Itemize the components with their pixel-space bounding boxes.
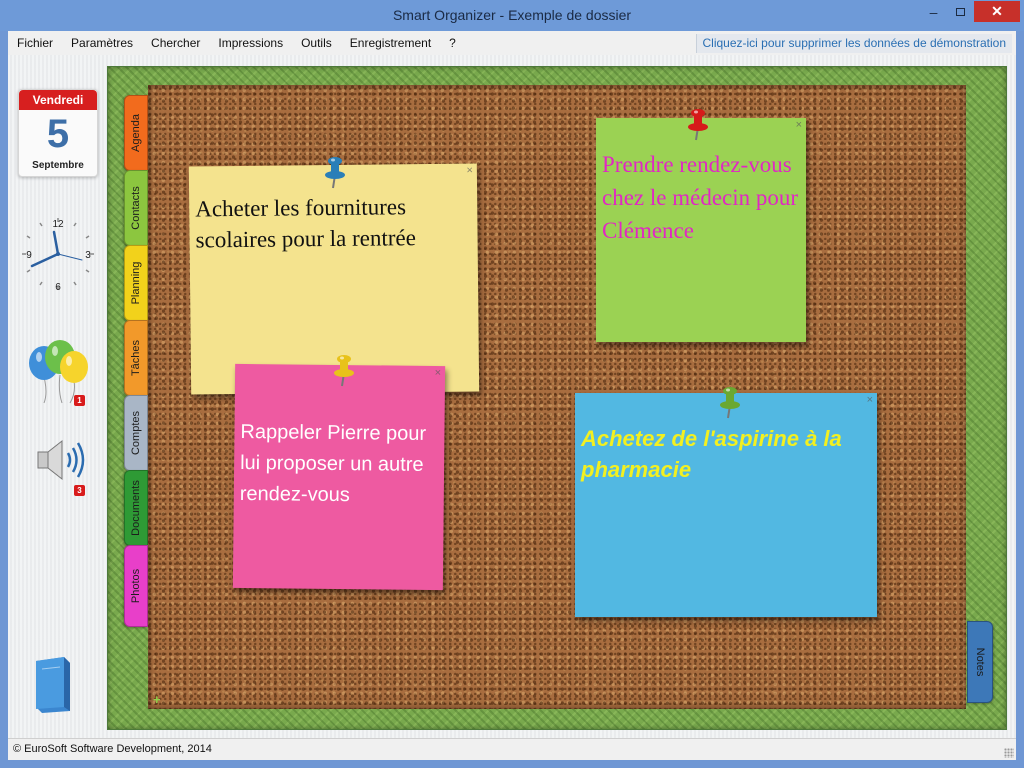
close-button[interactable]: ✕ [974,1,1020,22]
calendar-widget[interactable]: Vendredi 5 Septembre [18,89,98,177]
tab-label: Tâches [130,339,142,377]
clock-numeral-3: 3 [85,250,91,261]
tab-documents[interactable]: Documents [124,470,148,546]
push-pin-icon [720,387,740,419]
sticky-note-medecin[interactable]: × Prendre rendez-vous chez le médecin po… [596,118,806,342]
add-note-button[interactable]: + [153,692,161,707]
maximize-icon [956,7,965,16]
push-pin-icon [688,109,708,141]
tab-label: Comptes [130,410,142,456]
tab-contacts[interactable]: Contacts [124,170,148,246]
push-pin-icon [334,355,354,387]
clock-icon[interactable]: 12 3 6 9 [16,212,100,296]
title-bar[interactable]: Smart Organizer - Exemple de dossier – ✕ [0,0,1024,31]
tab-label: Notes [974,647,986,677]
app-window: Smart Organizer - Exemple de dossier – ✕… [0,0,1024,768]
balloons-count-badge: 1 [74,395,85,406]
tab-taches[interactable]: Tâches [124,320,148,396]
speaker-icon[interactable] [34,437,86,483]
tab-label: Planning [130,261,142,305]
tab-notes[interactable]: Notes [967,621,993,703]
delete-demo-data-link[interactable]: Cliquez-ici pour supprimer les données d… [695,34,1012,53]
menu-fichier[interactable]: Fichier [8,32,62,54]
menu-chercher[interactable]: Chercher [142,32,209,54]
resize-grip-icon[interactable] [1004,748,1014,758]
tab-label: Documents [130,480,142,536]
calendar-weekday: Vendredi [19,90,97,110]
copyright-text: © EuroSoft Software Development, 2014 [13,743,212,755]
window-title: Smart Organizer - Exemple de dossier [392,7,632,23]
note-text[interactable]: Prendre rendez-vous chez le médecin pour… [602,148,800,247]
tab-agenda[interactable]: Agenda [124,95,148,171]
status-bar: © EuroSoft Software Development, 2014 [8,738,1016,760]
note-text[interactable]: Acheter les fournitures scolaires pour l… [195,191,472,256]
menu-outils[interactable]: Outils [292,32,341,54]
tab-label: Agenda [130,114,142,152]
menu-help[interactable]: ? [440,32,465,54]
clock-numeral-6: 6 [55,282,61,293]
note-close-button[interactable]: × [796,119,802,131]
note-close-button[interactable]: × [466,165,473,177]
tab-planning[interactable]: Planning [124,245,148,321]
tab-label: Photos [130,568,142,604]
clock-numeral-9: 9 [26,250,32,261]
client-area: Vendredi 5 Septembre 12 3 6 9 1 3 Agenda… [8,55,1016,738]
book-icon[interactable] [34,657,74,713]
minimize-button[interactable]: – [920,1,947,22]
speaker-count-badge: 3 [74,485,85,496]
sticky-note-rappeler-pierre[interactable]: × Rappeler Pierre pour lui proposer un a… [232,363,446,591]
push-pin-icon [325,157,345,189]
note-close-button[interactable]: × [435,367,442,379]
maximize-button[interactable] [947,1,974,22]
note-text[interactable]: Achetez de l'aspirine à la pharmacie [581,423,871,485]
note-text[interactable]: Rappeler Pierre pour lui proposer un aut… [240,417,439,512]
tab-comptes[interactable]: Comptes [124,395,148,471]
menu-impressions[interactable]: Impressions [209,32,292,54]
calendar-month: Septembre [32,160,84,171]
note-close-button[interactable]: × [867,394,873,406]
menu-bar: Fichier Paramètres Chercher Impressions … [8,31,1016,55]
tab-label: Contacts [130,186,142,230]
tab-photos[interactable]: Photos [124,545,148,627]
sticky-note-aspirine[interactable]: × Achetez de l'aspirine à la pharmacie [575,393,877,617]
clock-numeral-12: 12 [52,219,64,230]
menu-parametres[interactable]: Paramètres [62,32,142,54]
calendar-date: 5 [46,112,70,156]
menu-enregistrement[interactable]: Enregistrement [341,32,440,54]
